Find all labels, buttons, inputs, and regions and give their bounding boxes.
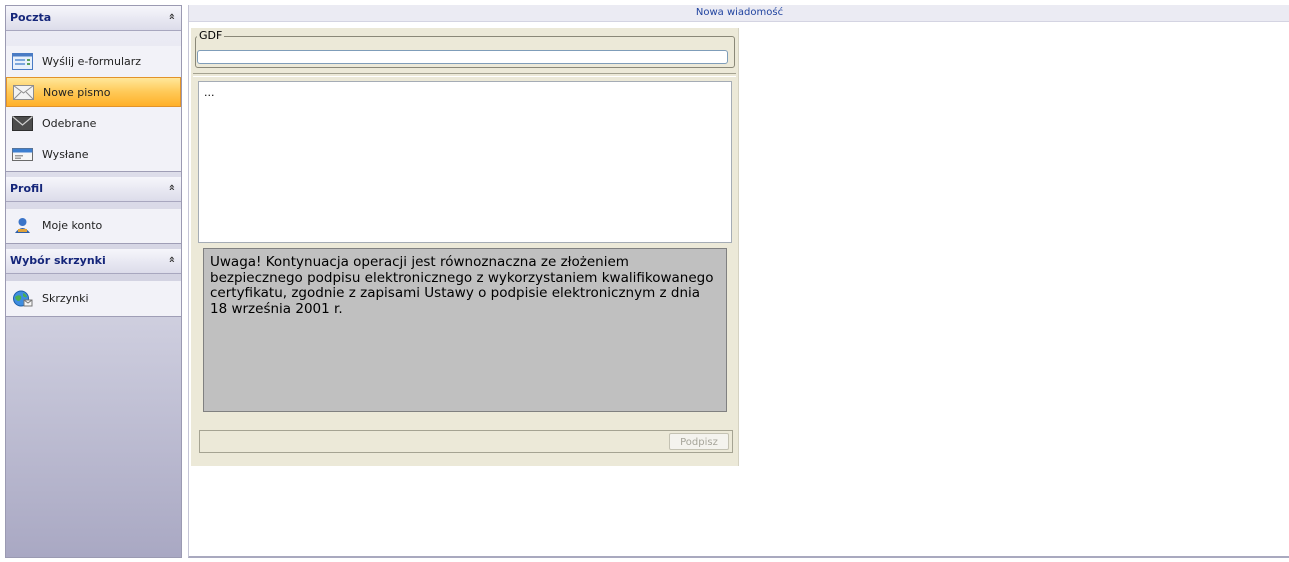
- sidebar-item-wyslij-e-formularz[interactable]: Wyślij e-formularz: [6, 47, 181, 77]
- page-title: Nowa wiadomość: [695, 7, 784, 18]
- sidebar-item-label: Nowe pismo: [43, 86, 111, 99]
- sidebar-item-label: Wyślij e-formularz: [42, 55, 142, 68]
- sidebar-item-odebrane[interactable]: Odebrane: [6, 109, 181, 139]
- section-title: Wybór skrzynki: [10, 254, 106, 267]
- sent-card-icon: [12, 148, 33, 161]
- inbox-envelope-icon: [12, 116, 33, 131]
- new-message-form: GDF ... Uwaga! Kontynuacja operacji jest…: [191, 28, 739, 466]
- sidebar-item-label: Skrzynki: [42, 292, 89, 305]
- section-body-profil: Moje konto: [6, 209, 181, 244]
- section-header-wybor-skrzynki[interactable]: Wybór skrzynki »: [6, 249, 181, 274]
- sidebar-item-label: Moje konto: [42, 219, 103, 232]
- section-header-poczta[interactable]: Poczta »: [6, 6, 181, 31]
- signature-warning: Uwaga! Kontynuacja operacji jest równozn…: [203, 248, 727, 412]
- new-letter-icon: [13, 85, 34, 100]
- sidebar-item-wyslane[interactable]: Wysłane: [6, 140, 181, 170]
- sidebar-item-skrzynki[interactable]: Skrzynki: [6, 284, 181, 314]
- sidebar: Poczta » Wyślij e-formularz Nowe pismo O…: [5, 5, 182, 558]
- sidebar-item-nowe-pismo[interactable]: Nowe pismo: [6, 77, 181, 107]
- globe-mailbox-icon: [13, 290, 33, 307]
- main-titlebar: Nowa wiadomość: [189, 5, 1289, 22]
- gdf-input[interactable]: [197, 50, 728, 64]
- sidebar-item-label: Odebrane: [42, 117, 97, 130]
- section-body-wybor-skrzynki: Skrzynki: [6, 281, 181, 317]
- gdf-legend: GDF: [197, 29, 225, 42]
- form-icon: [12, 53, 33, 70]
- sign-button[interactable]: Podpisz: [669, 433, 729, 450]
- collapse-chevron-icon[interactable]: »: [165, 184, 178, 191]
- section-body-poczta: Wyślij e-formularz Nowe pismo Odebrane W…: [6, 46, 181, 172]
- message-textarea[interactable]: ...: [198, 81, 732, 243]
- divider: [193, 73, 736, 77]
- sidebar-item-label: Wysłane: [42, 148, 89, 161]
- collapse-chevron-icon[interactable]: »: [165, 256, 178, 263]
- section-title: Profil: [10, 182, 43, 195]
- collapse-chevron-icon[interactable]: »: [165, 13, 178, 20]
- account-person-icon: [15, 218, 30, 233]
- section-title: Poczta: [10, 11, 52, 24]
- sidebar-item-moje-konto[interactable]: Moje konto: [6, 211, 181, 241]
- section-header-profil[interactable]: Profil »: [6, 177, 181, 202]
- status-bar: Podpisz: [199, 430, 733, 453]
